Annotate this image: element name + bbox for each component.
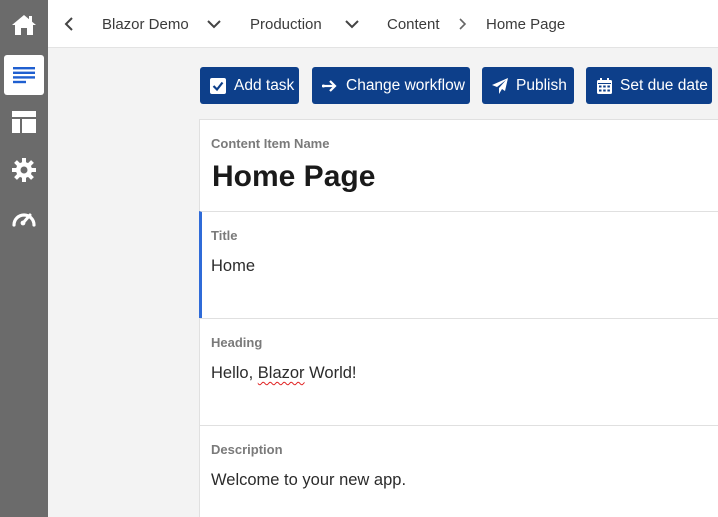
- page-title[interactable]: Home Page: [212, 160, 375, 194]
- paper-plane-icon: [492, 77, 508, 94]
- home-icon: [12, 15, 36, 35]
- back-button[interactable]: [64, 0, 74, 48]
- heading-text-prefix: Hello,: [211, 364, 258, 382]
- heading-field-section[interactable]: Heading Hello, Blazor World!: [199, 318, 718, 426]
- set-due-date-label: Set due date: [620, 76, 708, 94]
- calendar-icon: [596, 77, 612, 94]
- change-workflow-button[interactable]: Change workflow: [312, 67, 470, 104]
- add-task-label: Add task: [234, 76, 295, 94]
- layout-icon: [12, 111, 36, 133]
- heading-text-suffix: World!: [304, 364, 357, 382]
- breadcrumb-dropdown-blazor-demo[interactable]: [207, 0, 221, 48]
- description-field-label: Description: [211, 442, 283, 457]
- title-field-section[interactable]: Title Home: [199, 211, 718, 319]
- breadcrumb: Blazor Demo Production Content Home Page: [48, 0, 718, 48]
- publish-label: Publish: [516, 76, 567, 94]
- add-task-button[interactable]: Add task: [200, 67, 299, 104]
- sidebar-item-settings[interactable]: [4, 150, 44, 190]
- title-field-label: Title: [211, 228, 238, 243]
- chevron-left-icon: [64, 17, 73, 31]
- change-workflow-label: Change workflow: [346, 76, 465, 94]
- chevron-down-icon: [207, 20, 221, 29]
- checkbox-icon: [210, 77, 226, 94]
- sidebar-item-layout[interactable]: [4, 102, 44, 142]
- speedometer-icon: [12, 213, 36, 227]
- breadcrumb-item-content[interactable]: Content: [387, 0, 440, 48]
- breadcrumb-item-production[interactable]: Production: [250, 0, 322, 48]
- list-icon: [13, 67, 35, 84]
- breadcrumb-dropdown-production[interactable]: [345, 0, 359, 48]
- chevron-right-icon: [459, 18, 467, 30]
- gear-icon: [12, 158, 36, 182]
- arrow-right-icon: [322, 78, 338, 94]
- sidebar-item-dashboard[interactable]: [4, 198, 44, 238]
- set-due-date-button[interactable]: Set due date: [586, 67, 712, 104]
- sidebar-item-home[interactable]: [4, 5, 44, 45]
- content-item-name-label: Content Item Name: [211, 136, 330, 151]
- spellcheck-flagged-word: Blazor: [257, 364, 305, 382]
- breadcrumb-separator: [459, 0, 467, 48]
- description-field-input[interactable]: Welcome to your new app.: [211, 471, 406, 490]
- heading-field-input[interactable]: Hello, Blazor World!: [211, 364, 357, 383]
- breadcrumb-item-current: Home Page: [486, 15, 566, 33]
- heading-field-label: Heading: [211, 335, 263, 350]
- breadcrumb-item-blazor-demo[interactable]: Blazor Demo: [102, 0, 189, 48]
- sidebar: [0, 0, 48, 517]
- publish-button[interactable]: Publish: [482, 67, 574, 104]
- title-field-input[interactable]: Home: [211, 257, 255, 276]
- description-field-section[interactable]: Description Welcome to your new app.: [199, 425, 718, 517]
- chevron-down-icon: [345, 20, 359, 29]
- sidebar-item-content[interactable]: [4, 55, 44, 95]
- content-item-name-section: Content Item Name Home Page: [199, 119, 718, 212]
